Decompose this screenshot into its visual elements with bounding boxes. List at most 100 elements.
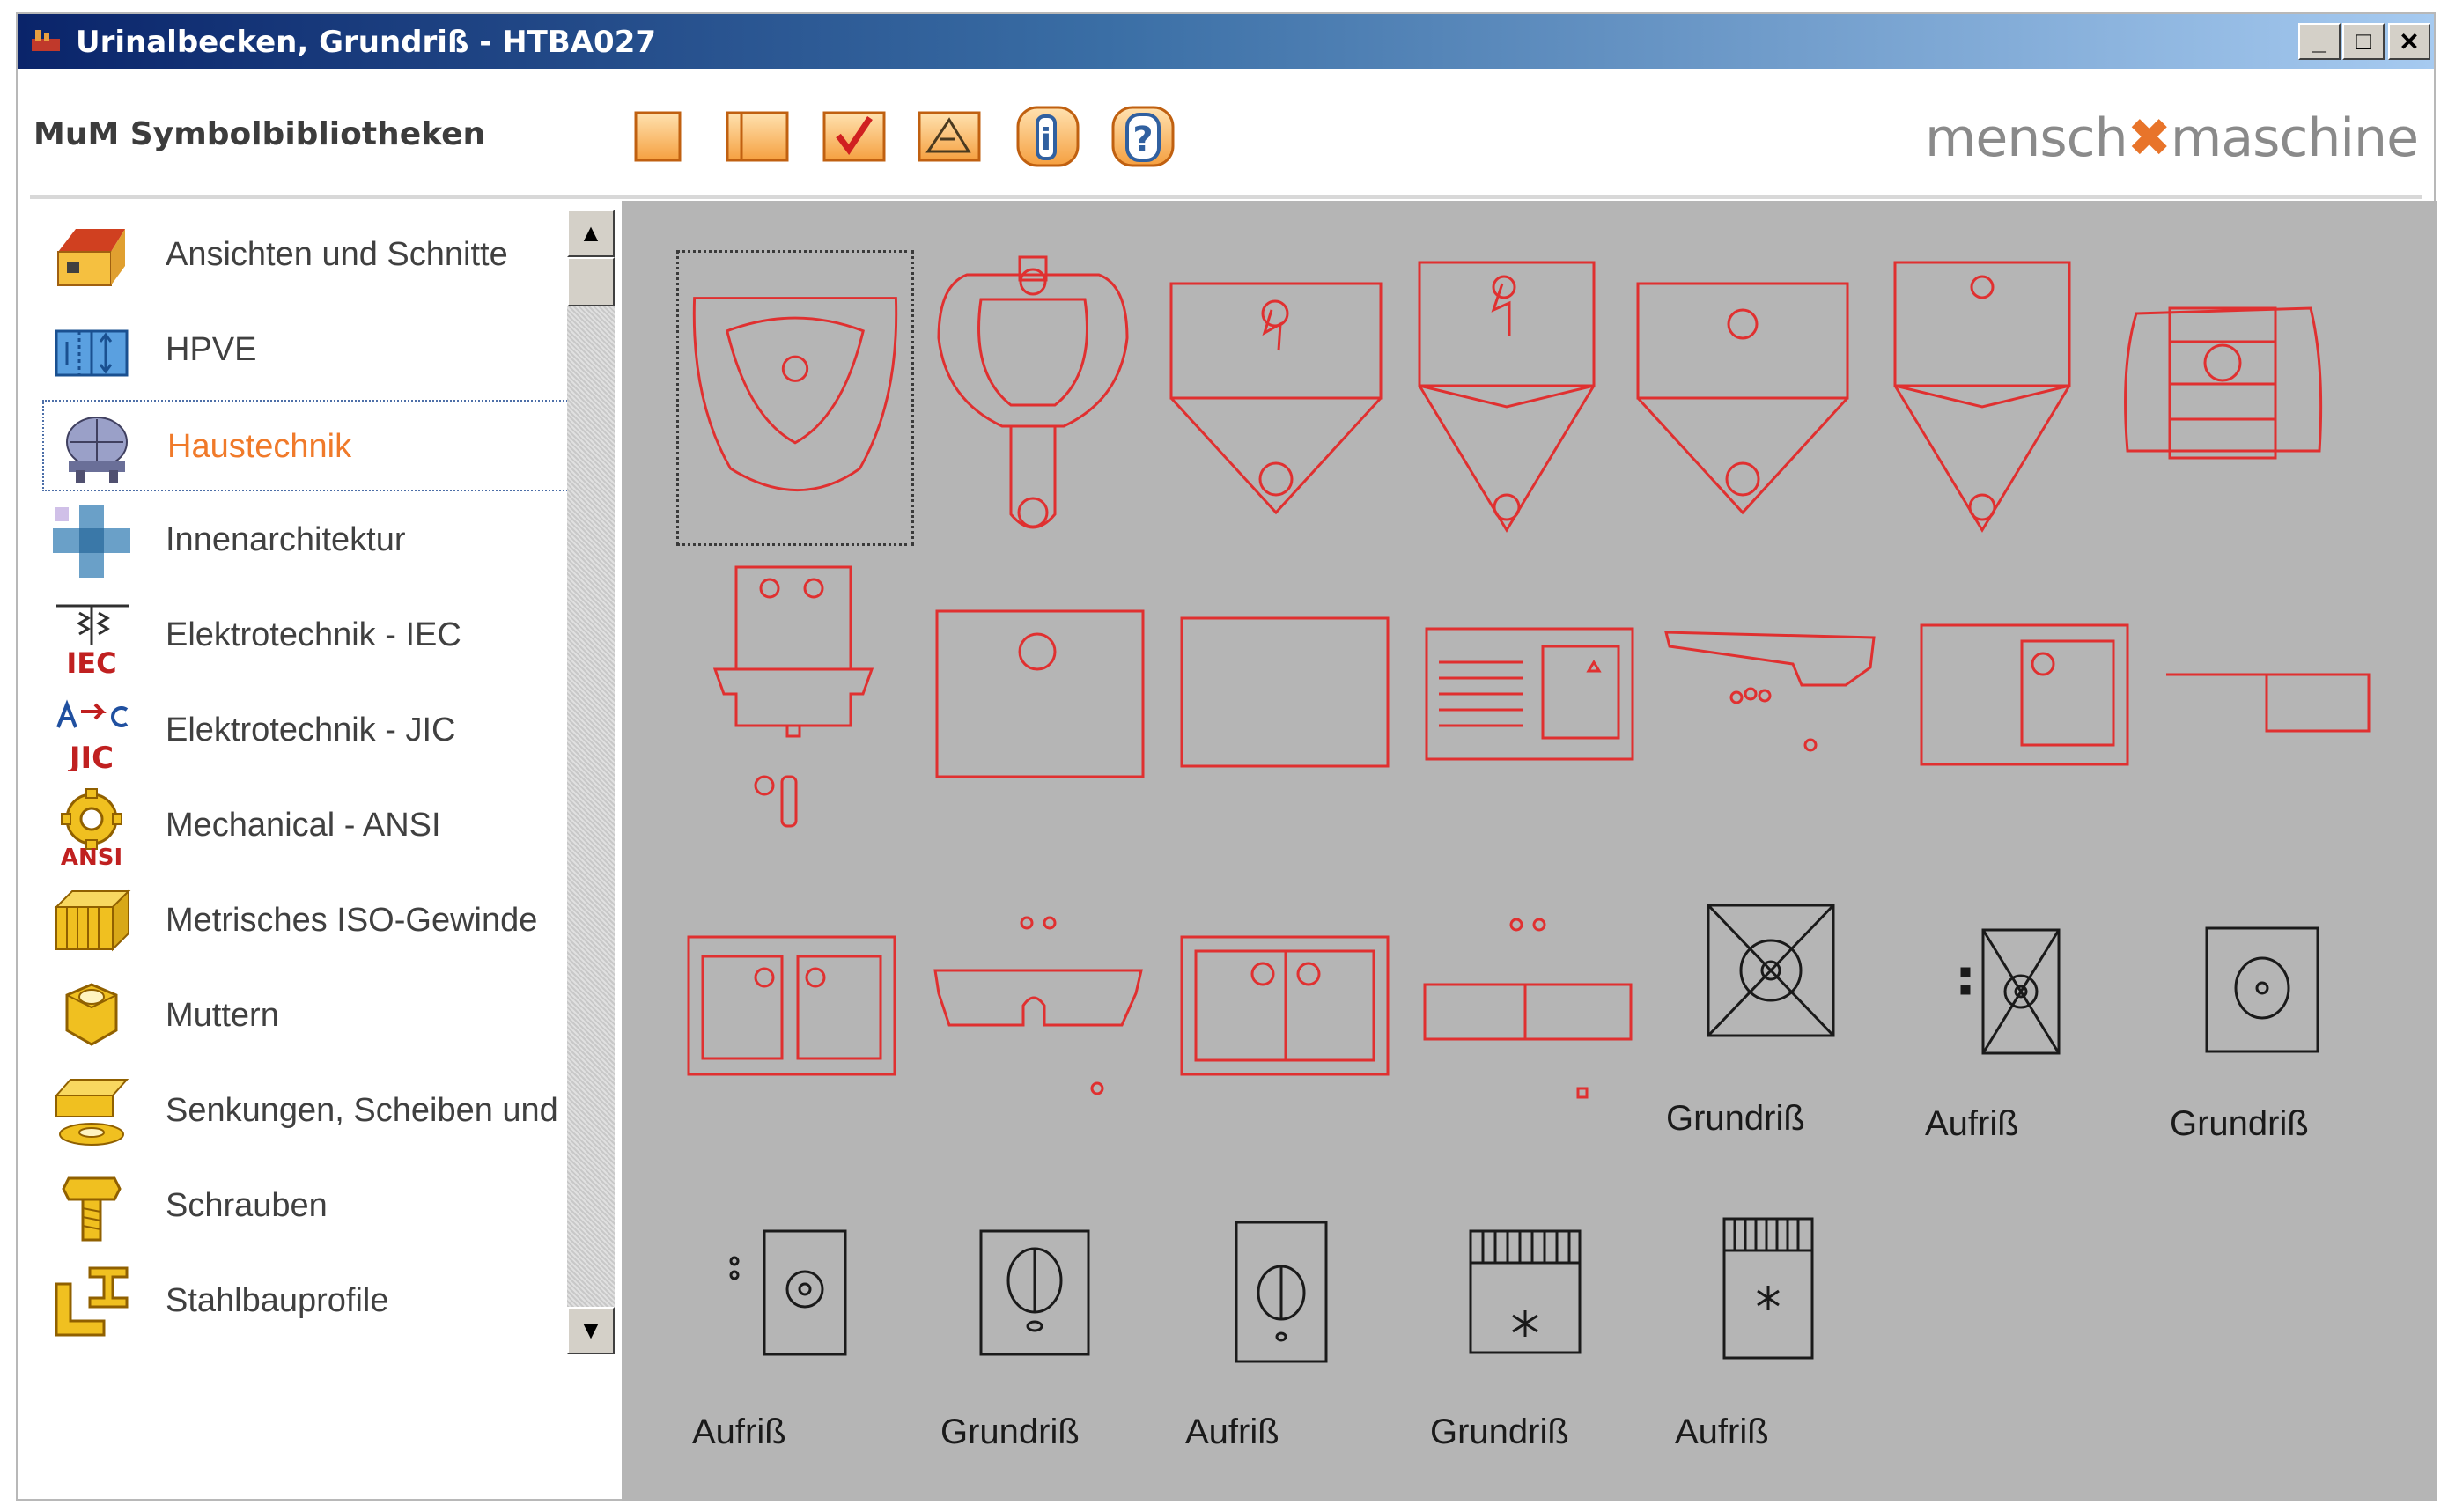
app-window: Urinalbecken, Grundriß - HTBA027 _ □ ✕ M… bbox=[16, 12, 2437, 1501]
symbol-gallery: Grundriß Aufriß Grundriß Aufriß Grundriß… bbox=[622, 201, 2437, 1501]
sidebar-item-innenarchitektur[interactable]: Innenarchitektur bbox=[42, 495, 571, 586]
sidebar-item-haustechnik[interactable]: Haustechnik bbox=[42, 400, 571, 491]
brand-logo: mensch✖maschine bbox=[1924, 107, 2419, 169]
symbol-tile[interactable] bbox=[726, 1226, 849, 1358]
symbol-tile[interactable] bbox=[1419, 916, 1636, 1110]
maximize-icon: □ bbox=[2356, 27, 2371, 55]
new-page-button[interactable] bbox=[630, 104, 687, 169]
symbol-label: Grundriß bbox=[2170, 1104, 2309, 1143]
sidebar-item-label: Senkungen, Scheiben und Du bbox=[166, 1092, 610, 1129]
help-icon: ? bbox=[1111, 106, 1175, 167]
scroll-thumb[interactable] bbox=[567, 257, 615, 306]
iec-icon: IEC bbox=[49, 597, 134, 680]
hpve-icon bbox=[49, 312, 134, 391]
sidebar-item-stahlbauprofile[interactable]: Stahlbauprofile bbox=[42, 1256, 571, 1347]
ansi-badge: ANSI bbox=[61, 845, 122, 867]
symbol-tile[interactable] bbox=[1233, 1219, 1330, 1365]
symbol-tile[interactable] bbox=[683, 932, 900, 1081]
logo-mark-icon: ✖ bbox=[2127, 107, 2171, 169]
washer-icon bbox=[49, 1073, 134, 1152]
info-icon: i bbox=[1016, 106, 1080, 167]
close-button[interactable]: ✕ bbox=[2388, 23, 2430, 60]
symbol-label: Grundriß bbox=[940, 1412, 1080, 1451]
sidebar-item-muttern[interactable]: Muttern bbox=[42, 970, 571, 1062]
nut-icon bbox=[49, 977, 134, 1057]
sidebar-item-label: HPVE bbox=[166, 331, 257, 368]
symbol-label: Aufriß bbox=[1185, 1412, 1279, 1451]
header-divider bbox=[30, 195, 2422, 199]
symbol-tile[interactable] bbox=[1957, 925, 2062, 1057]
sidebar-item-label: Ansichten und Schnitte bbox=[166, 236, 508, 273]
symbol-tile[interactable] bbox=[1421, 623, 1638, 764]
haustechnik-icon bbox=[51, 409, 136, 488]
symbol-tile[interactable] bbox=[1705, 902, 1837, 1039]
app-icon bbox=[30, 26, 62, 55]
symbol-tile[interactable] bbox=[930, 914, 1147, 1108]
symbol-tile[interactable] bbox=[710, 562, 877, 835]
house-icon bbox=[49, 217, 134, 296]
edit-properties-button[interactable] bbox=[914, 104, 984, 169]
svg-text:?: ? bbox=[1132, 120, 1153, 160]
checkmark-icon bbox=[822, 111, 886, 162]
symbol-label: Grundriß bbox=[1430, 1412, 1569, 1451]
title-bar[interactable]: Urinalbecken, Grundriß - HTBA027 _ □ ✕ bbox=[18, 14, 2434, 69]
svg-text:i: i bbox=[1041, 122, 1051, 158]
open-book-icon bbox=[726, 111, 789, 162]
symbol-tile[interactable] bbox=[2163, 666, 2372, 736]
sidebar-item-label: Elektrotechnik - IEC bbox=[166, 616, 461, 653]
minimize-button[interactable]: _ bbox=[2298, 23, 2341, 60]
symbol-tile[interactable] bbox=[932, 250, 1134, 546]
maximize-button[interactable]: □ bbox=[2342, 23, 2385, 60]
sidebar-item-label: Innenarchitektur bbox=[166, 521, 406, 558]
symbol-tile[interactable] bbox=[1176, 613, 1393, 771]
sidebar-item-elektrotechnik-jic[interactable]: JIC Elektrotechnik - JIC bbox=[42, 685, 571, 777]
sidebar-item-mechanical-ansi[interactable]: ANSI Mechanical - ANSI bbox=[42, 780, 571, 872]
jic-badge: JIC bbox=[68, 741, 114, 771]
symbol-tile[interactable] bbox=[1661, 623, 1877, 764]
symbol-tile[interactable] bbox=[1916, 620, 2133, 770]
help-button[interactable]: ? bbox=[1110, 104, 1176, 169]
sidebar-item-label: Mechanical - ANSI bbox=[166, 807, 441, 844]
minimize-icon: _ bbox=[2312, 27, 2326, 55]
sidebar-item-label: Muttern bbox=[166, 997, 279, 1034]
sidebar-item-label: Stahlbauprofile bbox=[166, 1282, 389, 1319]
symbol-label: Grundriß bbox=[1666, 1099, 1805, 1138]
app-name: MuM Symbolbibliotheken bbox=[33, 116, 486, 152]
scroll-up-button[interactable]: ▲ bbox=[567, 210, 615, 257]
symbol-tile[interactable] bbox=[676, 250, 914, 546]
steel-profile-icon bbox=[49, 1263, 134, 1342]
iec-badge: IEC bbox=[66, 646, 116, 676]
symbol-tile[interactable] bbox=[977, 1228, 1092, 1360]
arrow-down-icon: ▼ bbox=[579, 1317, 603, 1344]
logo-text-left: mensch bbox=[1924, 107, 2128, 169]
window-title: Urinalbecken, Grundriß - HTBA027 bbox=[76, 25, 657, 60]
sidebar-item-senkungen[interactable]: Senkungen, Scheiben und Du bbox=[42, 1066, 610, 1157]
sidebar-scrollbar[interactable]: ▲ ▼ bbox=[567, 210, 615, 1354]
symbol-tile[interactable] bbox=[1467, 1228, 1583, 1356]
symbol-label: Aufriß bbox=[692, 1412, 786, 1451]
sidebar-item-hpve[interactable]: HPVE bbox=[42, 305, 571, 396]
symbol-tile[interactable] bbox=[1890, 257, 2075, 539]
symbol-tile[interactable] bbox=[932, 606, 1148, 782]
symbol-tile[interactable] bbox=[1414, 257, 1599, 539]
symbol-tile[interactable] bbox=[1634, 271, 1851, 527]
info-button[interactable]: i bbox=[1014, 104, 1081, 169]
symbol-tile[interactable] bbox=[2119, 296, 2328, 472]
checkmark-button[interactable] bbox=[819, 104, 889, 169]
open-book-button[interactable] bbox=[722, 104, 793, 169]
symbol-tile[interactable] bbox=[1721, 1215, 1816, 1361]
symbol-tile[interactable] bbox=[2203, 925, 2321, 1055]
sidebar-item-ansichten[interactable]: Ansichten und Schnitte bbox=[42, 210, 571, 301]
sidebar-item-label: Schrauben bbox=[166, 1187, 328, 1224]
symbol-label: Aufriß bbox=[1675, 1412, 1769, 1451]
sidebar-item-label: Elektrotechnik - JIC bbox=[166, 712, 456, 749]
logo-text-right: maschine bbox=[2170, 107, 2419, 169]
symbol-tile[interactable] bbox=[1176, 932, 1393, 1081]
sidebar-item-elektrotechnik-iec[interactable]: IEC Elektrotechnik - IEC bbox=[42, 590, 571, 682]
sidebar-item-schrauben[interactable]: Schrauben bbox=[42, 1161, 571, 1252]
symbol-tile[interactable] bbox=[1168, 271, 1384, 527]
thread-icon bbox=[49, 882, 134, 962]
scroll-down-button[interactable]: ▼ bbox=[567, 1307, 615, 1354]
sidebar-item-metrisches-iso-gewinde[interactable]: Metrisches ISO-Gewinde bbox=[42, 875, 571, 967]
new-page-icon bbox=[634, 111, 682, 162]
